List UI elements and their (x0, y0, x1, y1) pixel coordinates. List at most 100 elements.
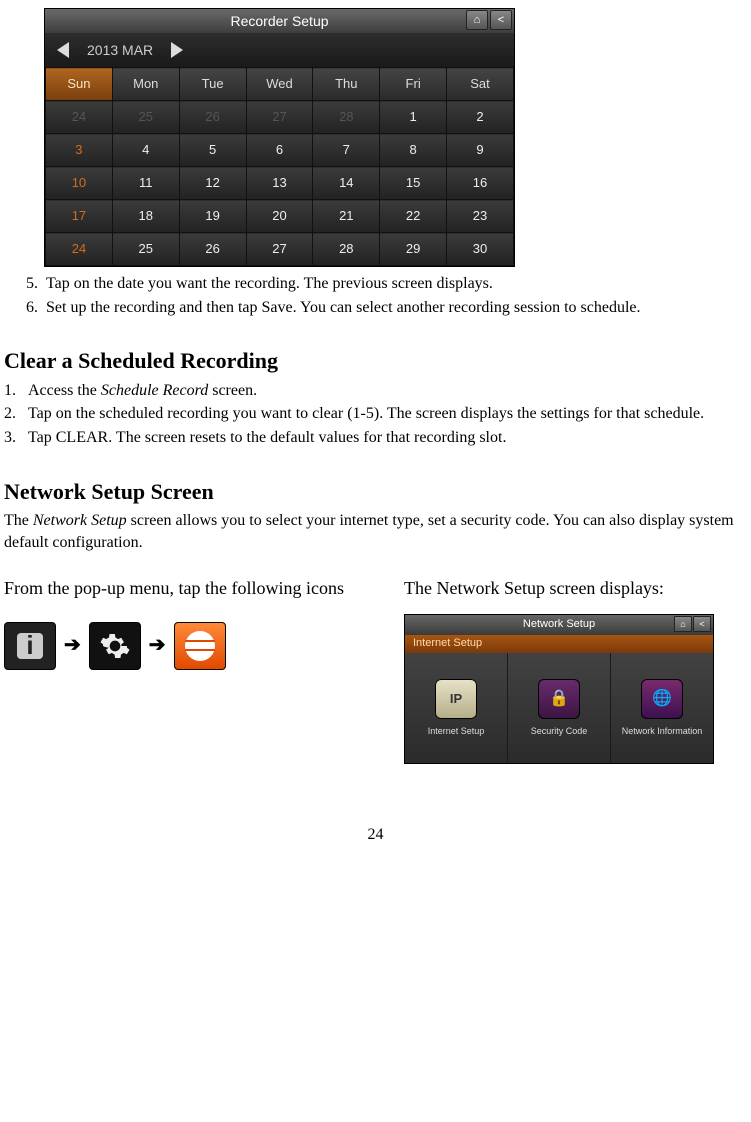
ns-item[interactable]: Network Information (611, 653, 713, 763)
calendar-day-cell[interactable]: 18 (112, 200, 179, 233)
calendar-day-header: Thu (313, 68, 380, 101)
net-para-italic: Network Setup (33, 512, 127, 529)
steps-list-a: 5. Tap on the date you want the recording… (16, 273, 747, 318)
step-number: 2. (4, 403, 22, 425)
calendar-day-cell[interactable]: 22 (380, 200, 447, 233)
calendar-day-cell[interactable]: 10 (46, 167, 113, 200)
calendar-day-cell[interactable]: 27 (246, 101, 313, 134)
calendar-day-header: Wed (246, 68, 313, 101)
calendar-day-cell[interactable]: 30 (447, 233, 514, 266)
calendar-title: Recorder Setup (45, 12, 514, 31)
network-setup-screenshot: Network Setup ⌂ < Internet Setup IP Inter… (404, 614, 714, 764)
ns-icon-row: IP Internet Setup Security Code Network Inf… (405, 653, 713, 763)
heading-network: Network Setup Screen (4, 477, 747, 507)
calendar-day-cell[interactable]: 23 (447, 200, 514, 233)
step-text: Tap on the scheduled recording you want … (28, 403, 747, 425)
step-text: Tap CLEAR. The screen resets to the defa… (28, 427, 747, 449)
step-text: Set up the recording and then tap Save. … (46, 297, 747, 319)
calendar-day-cell[interactable]: 29 (380, 233, 447, 266)
ns-item-icon: IP (435, 679, 477, 719)
ns-title: Network Setup (405, 617, 713, 632)
calendar-day-cell[interactable]: 27 (246, 233, 313, 266)
calendar-day-header: Fri (380, 68, 447, 101)
net-para-pre: The (4, 512, 33, 529)
network-paragraph: The Network Setup screen allows you to s… (4, 510, 747, 553)
step-item: 6. Set up the recording and then tap Save… (16, 297, 747, 319)
prev-month-icon[interactable] (57, 42, 69, 58)
calendar-day-cell[interactable]: 13 (246, 167, 313, 200)
calendar-day-cell[interactable]: 1 (380, 101, 447, 134)
calendar-day-cell[interactable]: 20 (246, 200, 313, 233)
calendar-day-cell[interactable]: 26 (179, 233, 246, 266)
step-number: 1. (4, 380, 22, 402)
calendar-day-cell[interactable]: 24 (46, 101, 113, 134)
next-month-icon[interactable] (171, 42, 183, 58)
arrow-icon: ➔ (64, 632, 81, 659)
globe-icon[interactable] (174, 622, 226, 670)
left-col-text: From the pop-up menu, tap the following … (4, 576, 364, 600)
calendar-day-cell[interactable]: 16 (447, 167, 514, 200)
calendar-day-header: Mon (112, 68, 179, 101)
calendar-day-cell[interactable]: 11 (112, 167, 179, 200)
gear-icon[interactable] (89, 622, 141, 670)
calendar-day-cell[interactable]: 5 (179, 134, 246, 167)
calendar-grid: SunMonTueWedThuFriSat 242526272812345678… (45, 67, 514, 266)
calendar-day-cell[interactable]: 28 (313, 101, 380, 134)
calendar-day-header: Sat (447, 68, 514, 101)
ns-tab[interactable]: Internet Setup (405, 635, 713, 653)
month-label: 2013 MAR (87, 41, 153, 60)
step-item: 5. Tap on the date you want the recording… (16, 273, 747, 295)
ns-back-icon[interactable]: < (693, 616, 711, 632)
calendar-day-cell[interactable]: 24 (46, 233, 113, 266)
calendar-day-cell[interactable]: 21 (313, 200, 380, 233)
calendar-day-cell[interactable]: 3 (46, 134, 113, 167)
calendar-day-cell[interactable]: 19 (179, 200, 246, 233)
step-item: 1. Access the Schedule Record screen. (4, 380, 747, 402)
step-text: Access the Schedule Record screen. (28, 380, 747, 402)
ns-home-icon[interactable]: ⌂ (674, 616, 692, 632)
calendar-day-cell[interactable]: 2 (447, 101, 514, 134)
home-icon[interactable]: ⌂ (466, 10, 488, 30)
calendar-day-cell[interactable]: 26 (179, 101, 246, 134)
network-right-col: The Network Setup screen displays: Netwo… (404, 576, 747, 764)
icon-sequence: ➔ ➔ (4, 622, 364, 670)
calendar-titlebar: Recorder Setup ⌂ < (45, 9, 514, 33)
ns-titlebar: Network Setup ⌂ < (405, 615, 713, 635)
network-left-col: From the pop-up menu, tap the following … (4, 576, 364, 764)
steps-list-clear: 1. Access the Schedule Record screen. 2. Ta… (4, 380, 747, 449)
calendar-day-header: Tue (179, 68, 246, 101)
calendar-day-cell[interactable]: 17 (46, 200, 113, 233)
right-col-text: The Network Setup screen displays: (404, 576, 747, 600)
ns-item[interactable]: Security Code (508, 653, 611, 763)
step-text: Tap on the date you want the recording. … (46, 273, 747, 295)
ns-item-icon (641, 679, 683, 719)
info-icon[interactable] (4, 622, 56, 670)
calendar-day-cell[interactable]: 4 (112, 134, 179, 167)
calendar-day-cell[interactable]: 25 (112, 233, 179, 266)
step-item: 2. Tap on the scheduled recording you wan… (4, 403, 747, 425)
calendar-day-cell[interactable]: 9 (447, 134, 514, 167)
back-icon[interactable]: < (490, 10, 512, 30)
calendar-day-cell[interactable]: 15 (380, 167, 447, 200)
calendar-day-cell[interactable]: 8 (380, 134, 447, 167)
step-number: 6. (16, 297, 38, 319)
calendar-screenshot: Recorder Setup ⌂ < 2013 MAR SunMonTueWed… (44, 8, 515, 267)
ns-item[interactable]: IP Internet Setup (405, 653, 508, 763)
ns-item-icon (538, 679, 580, 719)
step-number: 5. (16, 273, 38, 295)
heading-clear: Clear a Scheduled Recording (4, 346, 747, 376)
calendar-day-cell[interactable]: 12 (179, 167, 246, 200)
ns-item-label: Security Code (531, 725, 588, 737)
calendar-day-cell[interactable]: 25 (112, 101, 179, 134)
calendar-day-cell[interactable]: 28 (313, 233, 380, 266)
step-item: 3.Tap CLEAR. The screen resets to the de… (4, 427, 747, 449)
page-number: 24 (4, 824, 747, 846)
arrow-icon-2: ➔ (149, 632, 166, 659)
calendar-day-cell[interactable]: 7 (313, 134, 380, 167)
ns-item-label: Internet Setup (428, 725, 485, 737)
network-columns: From the pop-up menu, tap the following … (4, 576, 747, 764)
calendar-month-bar: 2013 MAR (45, 33, 514, 67)
calendar-day-cell[interactable]: 6 (246, 134, 313, 167)
calendar-day-header: Sun (46, 68, 113, 101)
calendar-day-cell[interactable]: 14 (313, 167, 380, 200)
